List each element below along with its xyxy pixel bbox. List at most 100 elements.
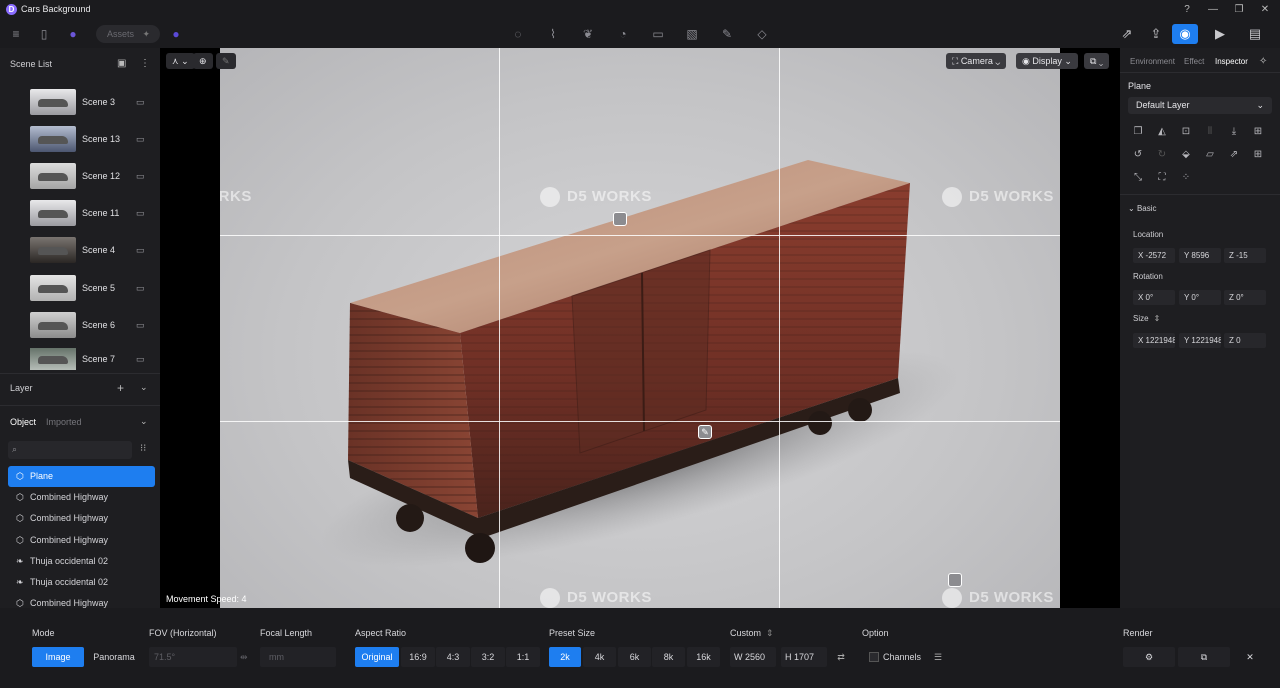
- tab-environment[interactable]: Environment: [1130, 57, 1175, 66]
- mirror-icon[interactable]: ◭: [1155, 125, 1169, 139]
- location-z-field[interactable]: Z -15: [1224, 248, 1266, 263]
- aspect-1-1-button[interactable]: 1:1: [506, 647, 540, 667]
- path-tool-icon[interactable]: ⌇: [545, 26, 561, 42]
- layer-item[interactable]: ⬡ Combined Highway: [8, 593, 155, 608]
- preset-8k-button[interactable]: 8k: [652, 647, 685, 667]
- focus-icon[interactable]: ⊡: [1179, 125, 1193, 139]
- reset-icon[interactable]: ↺: [1131, 148, 1145, 162]
- render-queue-icon[interactable]: ▤: [1242, 24, 1268, 44]
- camera-icon[interactable]: ▭: [136, 320, 145, 331]
- ai-icon[interactable]: ●: [168, 26, 184, 42]
- render-snapshot-button[interactable]: ⧉: [1178, 647, 1230, 667]
- pin-panel-icon[interactable]: ✧: [1259, 56, 1267, 67]
- boxcar-model[interactable]: [220, 48, 1060, 608]
- mode-image-button[interactable]: Image: [32, 647, 84, 667]
- scene-item[interactable]: Scene 13 ▭: [30, 125, 150, 153]
- pencil-handle-icon[interactable]: ✎: [698, 425, 712, 439]
- add-asset-icon[interactable]: ⊞: [1251, 125, 1265, 139]
- scene-item[interactable]: Scene 12 ▭: [30, 162, 150, 190]
- chevron-down-icon[interactable]: ⌄: [140, 382, 148, 393]
- material-picker-icon[interactable]: ⬙: [1179, 148, 1193, 162]
- scene-item[interactable]: Scene 4 ▭: [30, 236, 150, 264]
- scene-item[interactable]: Scene 11 ▭: [30, 199, 150, 227]
- drop-to-ground-icon[interactable]: ⤓: [1227, 125, 1241, 139]
- menu-icon[interactable]: ≡: [8, 26, 24, 42]
- close-window-button[interactable]: ✕: [1252, 2, 1278, 18]
- camera-icon[interactable]: ▭: [136, 171, 145, 182]
- close-render-bar-button[interactable]: ✕: [1238, 647, 1262, 667]
- settings-sliders-icon[interactable]: ☰: [928, 647, 948, 667]
- pin-icon[interactable]: ✎: [216, 53, 236, 69]
- d5-logo-icon[interactable]: ●: [65, 26, 81, 42]
- copy-icon[interactable]: ❐: [1131, 125, 1145, 139]
- video-tool-icon[interactable]: ▭: [650, 26, 666, 42]
- size-x-field[interactable]: X 1221948: [1133, 333, 1175, 348]
- share-icon[interactable]: ⇗: [1227, 148, 1241, 162]
- mode-panorama-button[interactable]: Panorama: [86, 647, 142, 667]
- chevron-down-icon[interactable]: ⌄: [140, 416, 148, 427]
- height-input[interactable]: H 1707: [781, 647, 827, 667]
- camera-icon[interactable]: ▭: [136, 97, 145, 108]
- video-render-button[interactable]: ▶: [1207, 24, 1233, 44]
- preset-6k-button[interactable]: 6k: [618, 647, 651, 667]
- render-canvas[interactable]: D5 WORKS D5 WORKS D5 WORKS D5 WORKS D5 W…: [220, 48, 1060, 608]
- layer-item[interactable]: ❧ Thuja occidental 02: [8, 572, 155, 593]
- car-handle-icon[interactable]: [948, 573, 962, 587]
- fov-link-icon[interactable]: ⇹: [240, 652, 248, 663]
- swap-dimensions-icon[interactable]: ⇄: [831, 647, 851, 667]
- new-file-icon[interactable]: ▯: [36, 26, 52, 42]
- aspect-original-button[interactable]: Original: [355, 647, 399, 667]
- link-icon[interactable]: ⇕: [1154, 314, 1161, 323]
- export-icon[interactable]: ⇗: [1114, 24, 1140, 44]
- material-icon[interactable]: ▧: [684, 26, 700, 42]
- rotation-z-field[interactable]: Z 0°: [1224, 290, 1266, 305]
- scatter-icon[interactable]: ⁘: [1179, 171, 1193, 185]
- camera-icon[interactable]: ▭: [136, 354, 145, 365]
- display-dropdown[interactable]: ◉ Display ⌄: [1016, 53, 1078, 69]
- layer-item[interactable]: ⬡ Combined Highway: [8, 487, 155, 508]
- aspect-4-3-button[interactable]: 4:3: [436, 647, 470, 667]
- layer-search-input[interactable]: ⌕: [8, 441, 132, 459]
- layer-select[interactable]: Default Layer ⌄: [1128, 97, 1272, 114]
- fire-icon[interactable]: ◔: [615, 26, 631, 42]
- tab-imported[interactable]: Imported: [46, 417, 82, 427]
- tab-object[interactable]: Object: [10, 417, 36, 427]
- tab-inspector[interactable]: Inspector: [1215, 57, 1248, 66]
- aspect-3-2-button[interactable]: 3:2: [471, 647, 505, 667]
- rotation-x-field[interactable]: X 0°: [1133, 290, 1175, 305]
- folder-icon[interactable]: ▱: [1203, 148, 1217, 162]
- size-y-field[interactable]: Y 1221948: [1179, 333, 1221, 348]
- rotation-y-field[interactable]: Y 0°: [1179, 290, 1221, 305]
- tab-effect[interactable]: Effect: [1184, 57, 1204, 66]
- align-icon[interactable]: ⫴: [1203, 125, 1217, 139]
- brush-icon[interactable]: ✎: [719, 26, 735, 42]
- link-icon[interactable]: ⇕: [766, 628, 774, 638]
- basic-section-header[interactable]: ⌄ Basic: [1128, 204, 1157, 213]
- minimize-button[interactable]: —: [1200, 2, 1226, 18]
- scale-icon[interactable]: ⤡: [1131, 171, 1145, 185]
- aspect-16-9-button[interactable]: 16:9: [401, 647, 435, 667]
- upload-icon[interactable]: ⇪: [1143, 24, 1169, 44]
- add-scene-icon[interactable]: ▣: [117, 58, 126, 69]
- group-icon[interactable]: ⊞: [1251, 148, 1265, 162]
- scene-item[interactable]: Scene 3 ▭: [30, 88, 150, 116]
- location-y-field[interactable]: Y 8596: [1179, 248, 1221, 263]
- render-settings-button[interactable]: ⚙: [1123, 647, 1175, 667]
- grid-view-icon[interactable]: ⁝⁝: [140, 443, 146, 454]
- focal-length-input[interactable]: mm: [260, 647, 336, 667]
- more-options-icon[interactable]: ⋮: [140, 58, 150, 69]
- layer-item[interactable]: ❧ Thuja occidental 02: [8, 551, 155, 572]
- scene-item[interactable]: Scene 7 ▭: [30, 348, 150, 370]
- preset-2k-button[interactable]: 2k: [549, 647, 581, 667]
- help-icon[interactable]: ?: [1174, 2, 1200, 18]
- preset-4k-button[interactable]: 4k: [583, 647, 616, 667]
- camera-handle-icon[interactable]: [613, 212, 627, 226]
- image-render-camera-button[interactable]: ◉: [1172, 24, 1198, 44]
- light-bulb-icon[interactable]: ◌: [510, 26, 526, 42]
- scene-item[interactable]: Scene 5 ▭: [30, 274, 150, 302]
- fov-input[interactable]: 71.5°: [149, 647, 237, 667]
- layer-item[interactable]: ⬡ Combined Highway: [8, 530, 155, 551]
- layer-item[interactable]: ⬡ Plane: [8, 466, 155, 487]
- channels-checkbox[interactable]: [869, 652, 879, 662]
- preset-16k-button[interactable]: 16k: [687, 647, 720, 667]
